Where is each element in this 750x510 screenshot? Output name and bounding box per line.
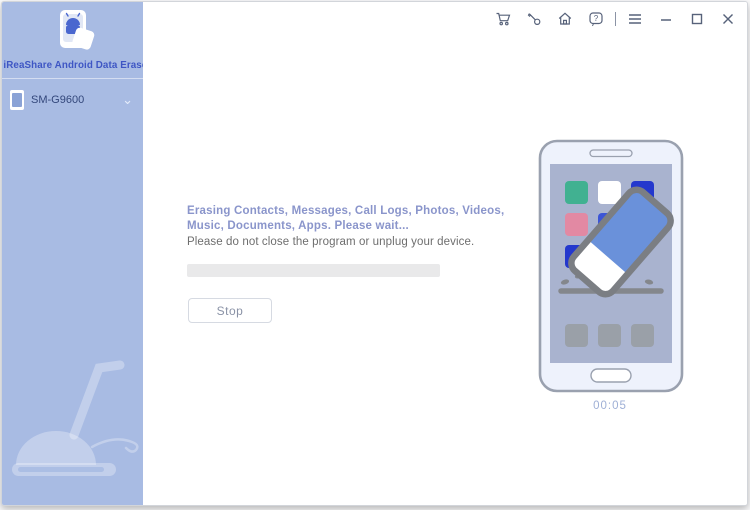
home-icon[interactable]	[556, 10, 574, 28]
status-heading: Erasing Contacts, Messages, Call Logs, P…	[187, 204, 532, 233]
app-window: iReaShare Android Data Eraser SM-G9600 ⌄	[1, 1, 748, 506]
key-icon[interactable]	[525, 10, 543, 28]
maximize-icon[interactable]	[688, 10, 706, 28]
vacuum-watermark-icon	[2, 335, 143, 505]
device-selector[interactable]: SM-G9600 ⌄	[2, 78, 143, 121]
toolbar-divider	[615, 12, 616, 26]
progress-bar	[187, 264, 440, 277]
erasing-phone-illustration	[525, 130, 695, 402]
device-name: SM-G9600	[31, 94, 122, 106]
title-bar: ?	[143, 2, 747, 36]
status-note: Please do not close the program or unplu…	[187, 236, 532, 248]
app-title: iReaShare Android Data Eraser	[3, 60, 141, 71]
status-block: Erasing Contacts, Messages, Call Logs, P…	[187, 204, 532, 248]
elapsed-timer: 00:05	[525, 400, 695, 412]
help-icon[interactable]: ?	[587, 10, 605, 28]
device-phone-icon	[10, 90, 24, 110]
app-logo-icon	[41, 8, 105, 54]
close-icon[interactable]	[719, 10, 737, 28]
menu-icon[interactable]	[626, 10, 644, 28]
cart-icon[interactable]	[494, 10, 512, 28]
sidebar: iReaShare Android Data Eraser SM-G9600 ⌄	[2, 2, 143, 505]
chevron-down-icon[interactable]: ⌄	[122, 95, 133, 105]
brand-block: iReaShare Android Data Eraser	[2, 2, 143, 71]
minimize-icon[interactable]	[657, 10, 675, 28]
stop-button[interactable]: Stop	[188, 298, 272, 323]
svg-text:?: ?	[594, 14, 599, 23]
